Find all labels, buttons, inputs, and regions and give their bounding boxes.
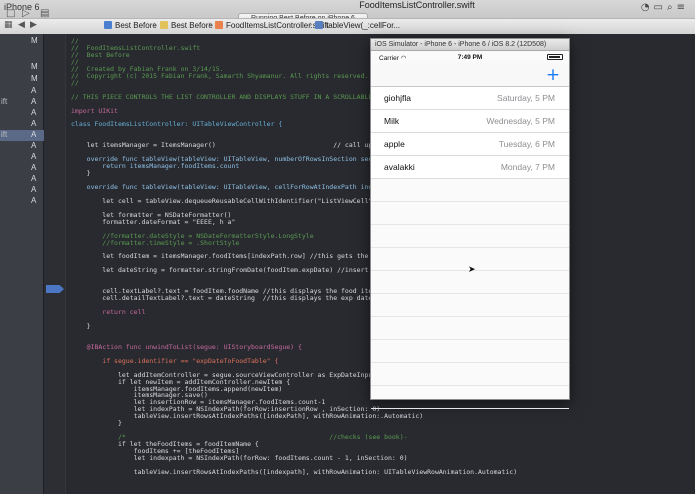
table-row[interactable]: Milk Wednesday, 5 PM <box>371 110 569 133</box>
add-item-button[interactable]: + <box>545 63 561 87</box>
project-navigator: M M M A ift A A A ift A A A A A A A <box>0 34 44 494</box>
grid-icon[interactable]: ▦ <box>4 20 13 30</box>
jump-bar: ▦ ◀ ▶ Best Before › Best Before › FoodIt… <box>0 18 695 34</box>
table-row[interactable]: giohjfla Saturday, 5 PM <box>371 87 569 110</box>
table-row[interactable]: avalakki Monday, 7 PM <box>371 156 569 179</box>
chevron-right-icon: › <box>309 20 313 30</box>
mouse-pointer-icon: ➤ <box>468 265 476 275</box>
navigator-row[interactable]: A <box>0 163 44 174</box>
code-line[interactable]: tableView.insertRowsAtIndexPaths([indexP… <box>71 412 424 420</box>
item-date: Tuesday, 6 PM <box>498 139 555 149</box>
code-line[interactable]: cell.detailTextLabel?.text = dateString … <box>71 294 388 302</box>
ios-simulator-window: iOS Simulator - iPhone 6 - iPhone 6 / iO… <box>370 38 570 409</box>
chevron-right-icon: › <box>208 20 212 30</box>
empty-row <box>371 179 569 202</box>
empty-row <box>371 294 569 317</box>
line-gutter[interactable] <box>44 34 66 494</box>
code-line[interactable]: if segue.identifier == "expDateToFoodTab… <box>71 357 278 365</box>
iphone-screen: Carrier ◠ 7:49 PM + giohjfla Saturday, 5… <box>371 51 569 409</box>
table-row[interactable]: apple Tuesday, 6 PM <box>371 133 569 156</box>
navigator-row[interactable]: A <box>0 185 44 196</box>
empty-row <box>371 225 569 248</box>
empty-row <box>371 386 569 409</box>
navigator-row[interactable]: A <box>0 152 44 163</box>
clock-label: 7:49 PM <box>457 54 483 61</box>
code-line[interactable]: // Best Before <box>71 51 130 59</box>
code-line[interactable]: return itemsManager.foodItems.count <box>71 162 239 170</box>
code-line[interactable]: } <box>71 419 122 427</box>
menu-icon[interactable]: ≡ <box>677 2 689 13</box>
navigator-row[interactable]: M <box>0 74 44 85</box>
code-line[interactable]: tableView.insertRowsAtIndexPaths([indexp… <box>71 468 518 476</box>
project-icon <box>104 21 112 29</box>
code-line[interactable]: formatter.dateFormat = "EEEE, h a" <box>71 218 235 226</box>
code-line[interactable]: // Copyright (c) 2015 Fabian Frank, Sama… <box>71 72 368 80</box>
item-name: apple <box>384 139 405 149</box>
jumpbar-project[interactable]: Best Before <box>104 21 157 30</box>
battery-icon <box>547 54 563 60</box>
code-line[interactable]: let indexpath = NSIndexPath(forRow: food… <box>71 454 408 462</box>
item-name: Milk <box>384 116 400 126</box>
code-line[interactable]: let itemsManager = ItemsManager() // cal… <box>71 141 416 149</box>
nav-back-icon[interactable]: ◀ <box>18 20 25 30</box>
code-line[interactable]: return cell <box>71 308 145 316</box>
chevron-right-icon: › <box>153 20 157 30</box>
navigator-row[interactable]: A <box>0 141 44 152</box>
code-line[interactable]: } <box>71 322 91 330</box>
code-line[interactable]: import UIKit <box>71 107 118 115</box>
jumpbar-group[interactable]: Best Before <box>160 21 213 30</box>
empty-row <box>371 317 569 340</box>
empty-row <box>371 363 569 386</box>
navigator-row[interactable]: ift A <box>0 97 44 108</box>
navigator-row[interactable]: A <box>0 119 44 130</box>
item-date: Saturday, 5 PM <box>497 93 555 103</box>
code-line[interactable]: // <box>71 79 79 87</box>
wifi-icon: ◔ <box>640 2 654 13</box>
code-line[interactable]: override func tableView(tableView: UITab… <box>71 183 392 191</box>
folder-icon <box>160 21 168 29</box>
empty-row <box>371 202 569 225</box>
system-tray: ◔▭⌕≡ <box>641 2 689 13</box>
code-line[interactable]: // THIS PIECE CONTROLS THE LIST CONTROLL… <box>71 93 392 101</box>
code-line[interactable]: let cell = tableView.dequeueReusableCell… <box>71 197 392 205</box>
item-name: avalakki <box>384 162 415 172</box>
navigation-bar: + <box>371 63 569 87</box>
navigator-row-selected[interactable]: ift A <box>0 130 44 141</box>
navigator-row[interactable]: M <box>0 36 44 47</box>
search-icon[interactable]: ⌕ <box>667 2 677 13</box>
navigator-row[interactable]: A <box>0 174 44 185</box>
nav-forward-icon[interactable]: ▶ <box>30 20 37 30</box>
ios-status-bar: Carrier ◠ 7:49 PM <box>371 51 569 63</box>
battery-icon: ▭ <box>653 2 667 13</box>
navigator-row[interactable]: A <box>0 196 44 207</box>
navigator-row[interactable]: M <box>0 62 44 73</box>
code-line[interactable]: class FoodItemsListController: UITableVi… <box>71 120 282 128</box>
code-line[interactable]: //formatter.timeStyle = .ShortStyle <box>71 239 239 247</box>
code-line[interactable]: } <box>71 169 91 177</box>
navigator-row[interactable]: A <box>0 86 44 97</box>
swift-file-icon <box>215 21 223 29</box>
code-line[interactable]: @IBAction func unwindToList(segue: UISto… <box>71 343 302 351</box>
simulator-title[interactable]: iOS Simulator - iPhone 6 - iPhone 6 / iO… <box>371 39 569 51</box>
navigator-row[interactable]: A <box>0 108 44 119</box>
method-icon <box>315 21 323 29</box>
item-date: Wednesday, 5 PM <box>486 116 555 126</box>
window-title: FoodItemsListController.swift <box>359 0 475 10</box>
jumpbar-symbol[interactable]: tableView(_:cellFor... <box>315 21 400 30</box>
item-date: Monday, 7 PM <box>500 162 555 172</box>
xcode-toolbar: iPhone 6 □ ▷ ▤ FoodItemsListController.s… <box>0 0 695 34</box>
food-items-table[interactable]: giohjfla Saturday, 5 PM Milk Wednesday, … <box>371 87 569 409</box>
empty-row <box>371 340 569 363</box>
code-line[interactable]: let foodItem = itemsManager.foodItems[in… <box>71 252 388 260</box>
item-name: giohjfla <box>384 93 411 103</box>
